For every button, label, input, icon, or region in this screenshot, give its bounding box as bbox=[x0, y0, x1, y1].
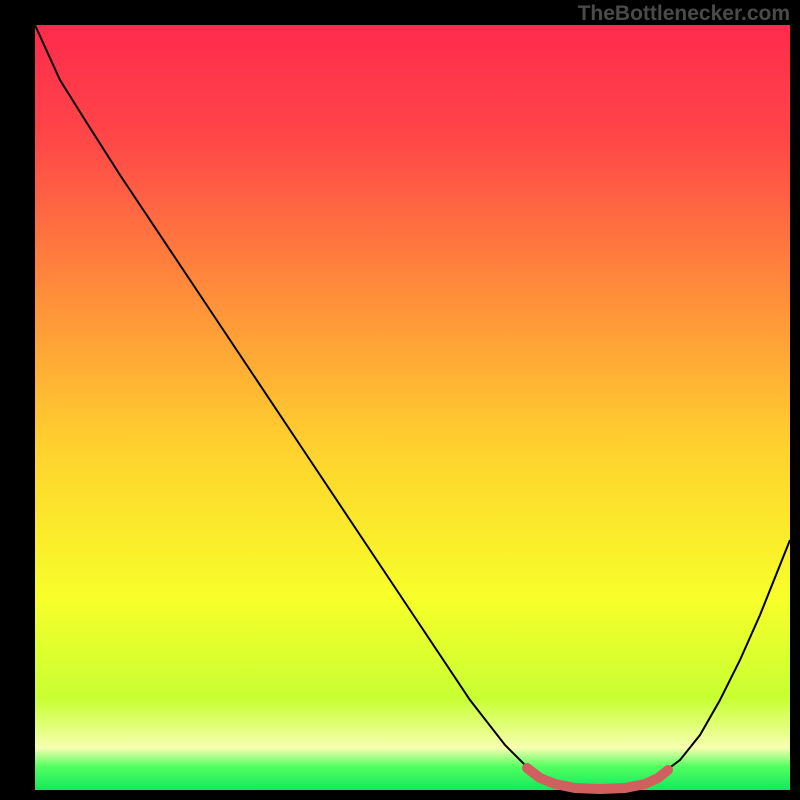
plot-background bbox=[35, 25, 790, 790]
chart-container: TheBottlenecker.com bbox=[0, 0, 800, 800]
chart-svg bbox=[0, 0, 800, 800]
watermark-text: TheBottlenecker.com bbox=[578, 2, 790, 26]
